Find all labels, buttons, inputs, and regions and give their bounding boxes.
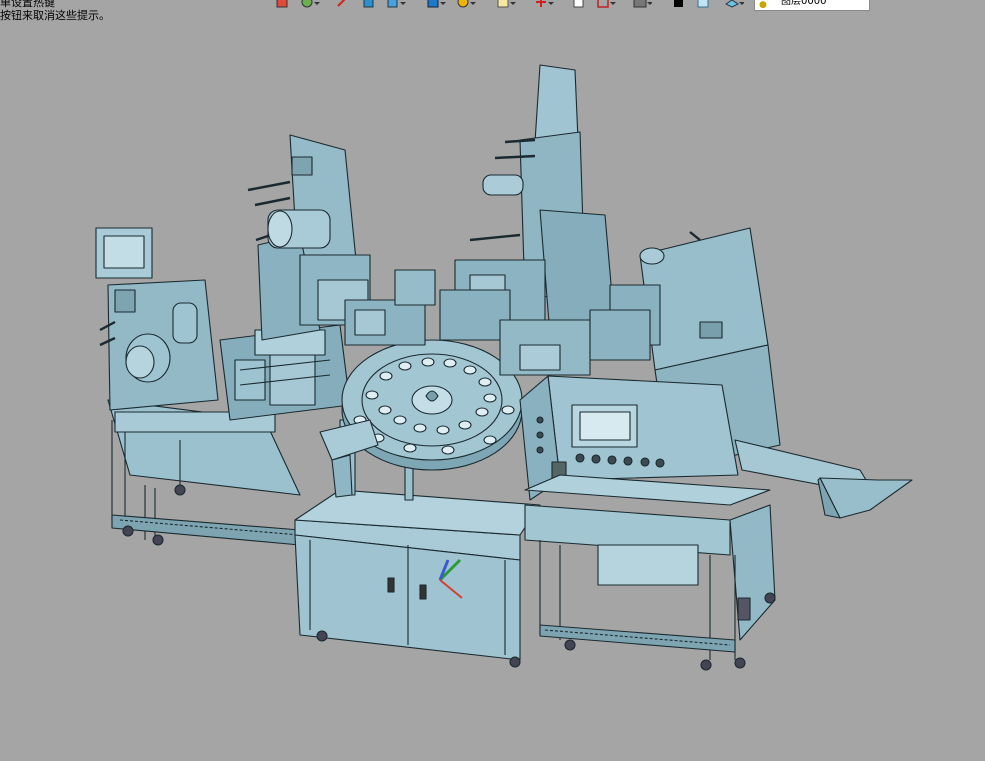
cad-model-view[interactable] [0, 0, 985, 761]
right-lower-frame [524, 474, 776, 671]
cad-viewport[interactable]: 单设置热键 按钮来取消这些提示。 ● 图层0000 [0, 0, 985, 761]
left-unwinder [95, 227, 219, 411]
left-feeding-module [219, 324, 351, 421]
left-frame [107, 399, 301, 546]
output-conveyor [734, 439, 913, 519]
rotary-index-table [341, 339, 523, 471]
front-feeder-arm [319, 419, 379, 498]
